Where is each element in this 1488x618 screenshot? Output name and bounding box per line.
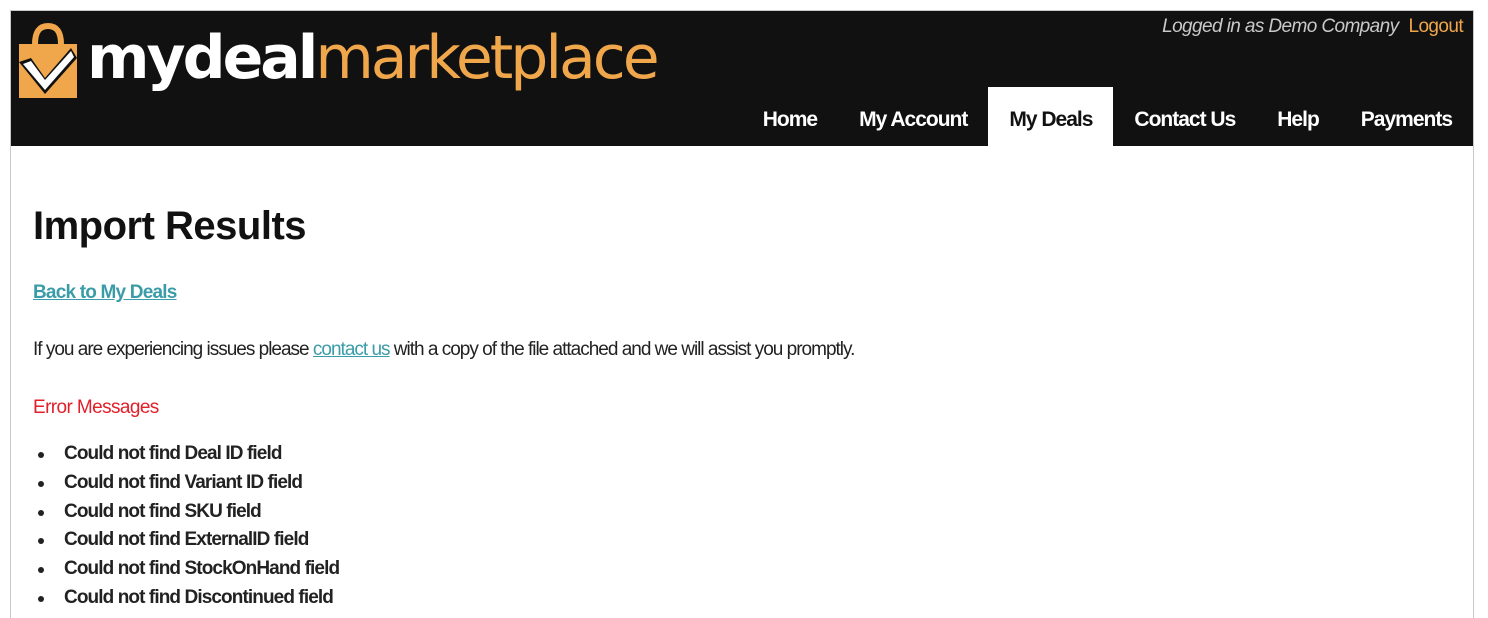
error-text: Could not find SKU field [64,500,262,522]
error-item: Could not find SKU field [33,498,339,527]
site-header: mydealmarketplace Logged in as Demo Comp… [11,11,1473,146]
error-item: Could not find Deal ID field [33,440,339,469]
error-text: Could not find Variant ID field [64,471,303,493]
logo-wordmark: mydealmarketplace [87,28,660,88]
error-item: Could not find ExternalID field [33,526,339,555]
error-item: Could not find StockOnHand field [33,555,340,584]
error-item: Could not find Variant ID field [33,469,339,498]
bullet-icon [38,567,44,574]
error-text: Could not find Deal ID field [64,443,282,464]
nav-item-help[interactable]: Help [1256,87,1340,146]
shopping-bag-check-icon [19,22,77,98]
main-nav: Home My Account My Deals Contact Us Help… [742,87,1473,146]
error-text: Could not find ExternalID field [64,529,309,551]
login-status: Logged in as Demo Company Logout [1162,16,1463,38]
support-info-text: If you are experiencing issues please co… [33,339,856,361]
nav-item-payments[interactable]: Payments [1340,87,1473,146]
nav-item-home[interactable]: Home [742,87,838,146]
bullet-icon [38,538,44,545]
login-text: Logged in as Demo Company [1162,16,1399,37]
error-item: Could not find Discontinued field [33,584,339,613]
bullet-icon [38,480,44,487]
error-text: Could not find Discontinued field [64,586,334,608]
logout-link[interactable]: Logout [1408,16,1463,37]
logo-wordmark-mydeal: mydeal [87,23,318,93]
bullet-icon [38,509,44,516]
nav-item-my-account[interactable]: My Account [838,87,988,146]
support-info-prefix: If you are experiencing issues please [33,339,313,360]
bullet-icon [38,595,44,602]
back-to-my-deals-link[interactable]: Back to My Deals [33,282,177,304]
error-list: Could not find Deal ID field Could not f… [33,440,340,613]
nav-item-my-deals[interactable]: My Deals [988,87,1114,146]
bullet-icon [38,452,44,458]
nav-item-contact-us[interactable]: Contact Us [1113,87,1256,146]
support-info-suffix: with a copy of the file attached and we … [389,339,856,360]
error-messages-heading: Error Messages [33,397,159,418]
site-logo[interactable]: mydealmarketplace [17,21,660,101]
page-title: Import Results [33,204,307,248]
logo-wordmark-marketplace: marketplace [315,23,659,93]
error-text: Could not find StockOnHand field [64,558,340,580]
contact-us-link[interactable]: contact us [313,339,391,360]
